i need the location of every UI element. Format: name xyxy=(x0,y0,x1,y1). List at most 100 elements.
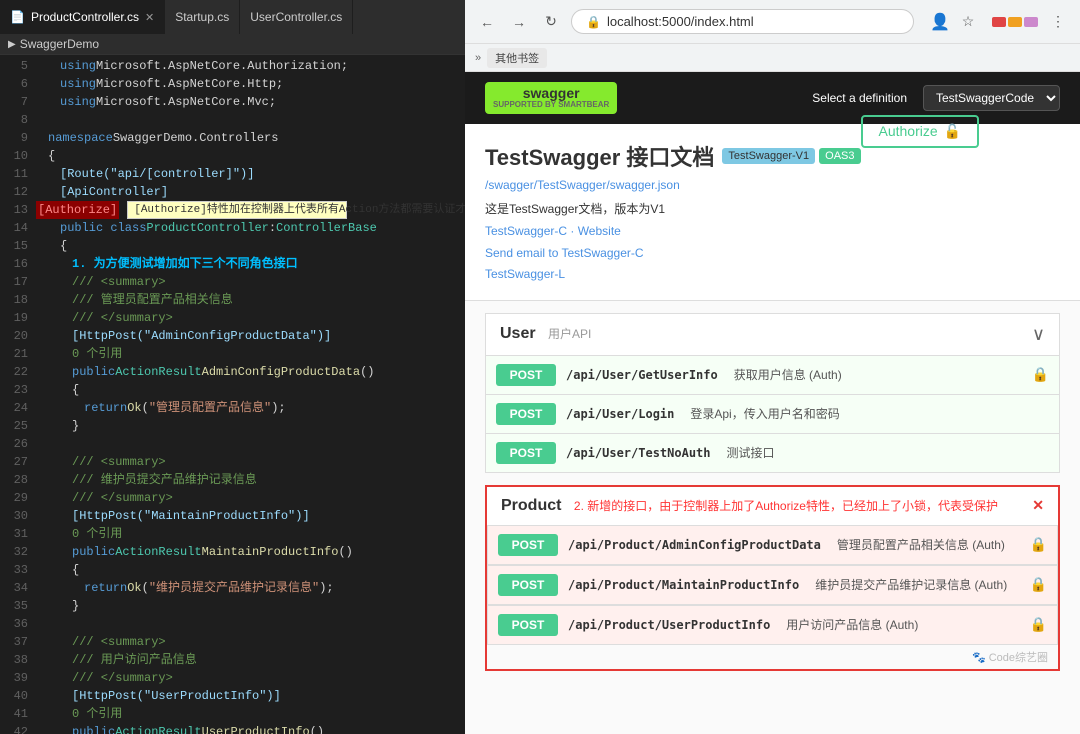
code-line: using Microsoft.AspNetCore.Authorization… xyxy=(36,57,465,75)
lock-icon: 🔓 xyxy=(944,123,961,140)
code-line xyxy=(36,111,465,129)
code-line: /// 维护员提交产品维护记录信息 xyxy=(36,471,465,489)
tab-bar: 📄 ProductController.cs ✕ Startup.cs User… xyxy=(0,0,465,34)
endpoint-login[interactable]: POST /api/User/Login 登录Api，传入用户名和密码 🔒 xyxy=(485,395,1060,434)
code-line-authorize: [Authorize] [Authorize]特性加在控制器上代表所有Actio… xyxy=(36,201,465,219)
swagger-title: TestSwagger 接口文档 xyxy=(485,140,714,172)
method-badge: POST xyxy=(498,614,558,636)
code-line: [Route("api/[controller]")] xyxy=(36,165,465,183)
code-line xyxy=(36,615,465,633)
code-line: 0 个引用 xyxy=(36,525,465,543)
code-line: [HttpPost("AdminConfigProductData")] xyxy=(36,327,465,345)
menu-btn[interactable]: ⋮ xyxy=(1046,10,1070,34)
lock-icon: 🔒 xyxy=(1032,405,1049,422)
code-line: public ActionResult AdminConfigProductDa… xyxy=(36,363,465,381)
line-numbers: 5678 9101112 13141516 17181920 21222324 … xyxy=(0,55,36,734)
product-annotation: 2. 新增的接口，由于控制器上加了Authorize特性，已经加上了小锁，代表受… xyxy=(574,499,998,513)
product-group-header[interactable]: Product 2. 新增的接口，由于控制器上加了Authorize特性，已经加… xyxy=(487,487,1058,525)
code-line: { xyxy=(36,147,465,165)
close-red-icon[interactable]: ✕ xyxy=(1032,497,1044,514)
chevron-down-icon: ∨ xyxy=(1032,324,1045,345)
code-line-annotation: 1. 为方便测试增加如下三个不同角色接口 xyxy=(36,255,465,273)
lock-icon: 🔒 xyxy=(1030,536,1047,553)
user-group-header[interactable]: User 用户API ∨ xyxy=(485,313,1060,356)
code-area: 5678 9101112 13141516 17181920 21222324 … xyxy=(0,55,465,734)
endpoint-admin-config[interactable]: POST /api/Product/AdminConfigProductData… xyxy=(487,525,1058,565)
link-l[interactable]: TestSwagger-L xyxy=(485,264,1060,286)
select-def-label: Select a definition xyxy=(812,91,907,105)
code-line: [HttpPost("MaintainProductInfo")] xyxy=(36,507,465,525)
code-line: public ActionResult MaintainProductInfo(… xyxy=(36,543,465,561)
code-line: /// 用户访问产品信息 xyxy=(36,651,465,669)
code-line xyxy=(36,435,465,453)
forward-button[interactable]: → xyxy=(507,10,531,34)
method-badge: POST xyxy=(496,364,556,386)
swagger-body: User 用户API ∨ POST /api/User/GetUserInfo … xyxy=(465,313,1080,703)
code-content: using Microsoft.AspNetCore.Authorization… xyxy=(36,55,465,734)
code-line: /// <summary> xyxy=(36,633,465,651)
editor-panel: 📄 ProductController.cs ✕ Startup.cs User… xyxy=(0,0,465,734)
code-line: 0 个引用 xyxy=(36,345,465,363)
endpoint-user-product[interactable]: POST /api/Product/UserProductInfo 用户访问产品… xyxy=(487,605,1058,645)
refresh-button[interactable]: ↻ xyxy=(539,10,563,34)
method-badge: POST xyxy=(498,534,558,556)
swagger-content: swagger SUPPORTED BY SMARTBEAR Select a … xyxy=(465,72,1080,734)
link-email[interactable]: Send email to TestSwagger-C xyxy=(485,243,1060,265)
code-line: public ActionResult UserProductInfo() xyxy=(36,723,465,734)
code-line: { xyxy=(36,237,465,255)
lock-icon: 🔒 xyxy=(1030,616,1047,633)
close-tab-icon[interactable]: ✕ xyxy=(145,11,154,24)
star-btn[interactable]: ☆ xyxy=(956,10,980,34)
swagger-links: TestSwagger-C · Website Send email to Te… xyxy=(485,221,1060,286)
code-line: using Microsoft.AspNetCore.Http; xyxy=(36,75,465,93)
code-line: return Ok("维护员提交产品维护记录信息"); xyxy=(36,579,465,597)
code-line: } xyxy=(36,417,465,435)
method-badge: POST xyxy=(496,442,556,464)
watermark: 🐾 Code综艺圈 xyxy=(487,645,1058,669)
code-line: [ApiController] xyxy=(36,183,465,201)
code-line: { xyxy=(36,381,465,399)
code-line: using Microsoft.AspNetCore.Mvc; xyxy=(36,93,465,111)
definition-select[interactable]: TestSwaggerCode xyxy=(923,85,1060,111)
code-line: /// 管理员配置产品相关信息 xyxy=(36,291,465,309)
solution-bar: ▶ SwaggerDemo xyxy=(0,34,465,55)
swagger-title-section: TestSwagger 接口文档 TestSwagger-V1 OAS3 Aut… xyxy=(465,124,1080,301)
bookmark-bar: » 其他书签 xyxy=(465,44,1080,72)
back-button[interactable]: ← xyxy=(475,10,499,34)
api-group-product: Product 2. 新增的接口，由于控制器上加了Authorize特性，已经加… xyxy=(485,485,1060,671)
code-line: [HttpPost("UserProductInfo")] xyxy=(36,687,465,705)
code-line: return Ok("管理员配置产品信息"); xyxy=(36,399,465,417)
endpoint-get-user-info[interactable]: POST /api/User/GetUserInfo 获取用户信息 (Auth)… xyxy=(485,356,1060,395)
annotation-bubble: [Authorize]特性加在控制器上代表所有Action方法都需要认证才能访问… xyxy=(127,201,347,219)
code-line: public class ProductController : Control… xyxy=(36,219,465,237)
code-line: { xyxy=(36,561,465,579)
lock-icon: 🔒 xyxy=(1032,366,1049,383)
method-badge: POST xyxy=(496,403,556,425)
link-website[interactable]: TestSwagger-C · Website xyxy=(485,221,1060,243)
endpoint-maintain[interactable]: POST /api/Product/MaintainProductInfo 维护… xyxy=(487,565,1058,605)
swagger-json-url[interactable]: /swagger/TestSwagger/swagger.json xyxy=(485,178,1060,192)
badge-oas3: OAS3 xyxy=(819,148,860,164)
user-icon-btn[interactable]: 👤 xyxy=(928,10,952,34)
tab-startup[interactable]: Startup.cs xyxy=(165,0,240,34)
lock-icon: 🔒 xyxy=(1030,576,1047,593)
swagger-logo: swagger SUPPORTED BY SMARTBEAR xyxy=(485,82,617,114)
lock-icon: 🔒 xyxy=(1032,444,1049,461)
badge-v1: TestSwagger-V1 xyxy=(722,148,815,164)
browser-panel: ← → ↻ 🔒 localhost:5000/index.html 👤 ☆ ⋮ … xyxy=(465,0,1080,734)
url-text: localhost:5000/index.html xyxy=(607,14,754,29)
bookmark-other[interactable]: 其他书签 xyxy=(487,48,547,68)
api-group-user: User 用户API ∨ POST /api/User/GetUserInfo … xyxy=(485,313,1060,473)
browser-bar: ← → ↻ 🔒 localhost:5000/index.html 👤 ☆ ⋮ xyxy=(465,0,1080,44)
endpoint-test-no-auth[interactable]: POST /api/User/TestNoAuth 测试接口 🔒 xyxy=(485,434,1060,473)
authorize-button[interactable]: Authorize 🔓 xyxy=(861,115,980,148)
code-line: /// <summary> xyxy=(36,453,465,471)
swagger-header: swagger SUPPORTED BY SMARTBEAR Select a … xyxy=(465,72,1080,124)
tab-user-controller[interactable]: UserController.cs xyxy=(240,0,353,34)
tab-product-controller[interactable]: 📄 ProductController.cs ✕ xyxy=(0,0,165,34)
code-line: /// <summary> xyxy=(36,273,465,291)
address-bar[interactable]: 🔒 localhost:5000/index.html xyxy=(571,9,914,34)
swagger-desc: 这是TestSwagger文档，版本为V1 xyxy=(485,200,1060,217)
code-line: /// </summary> xyxy=(36,489,465,507)
code-line: /// </summary> xyxy=(36,669,465,687)
